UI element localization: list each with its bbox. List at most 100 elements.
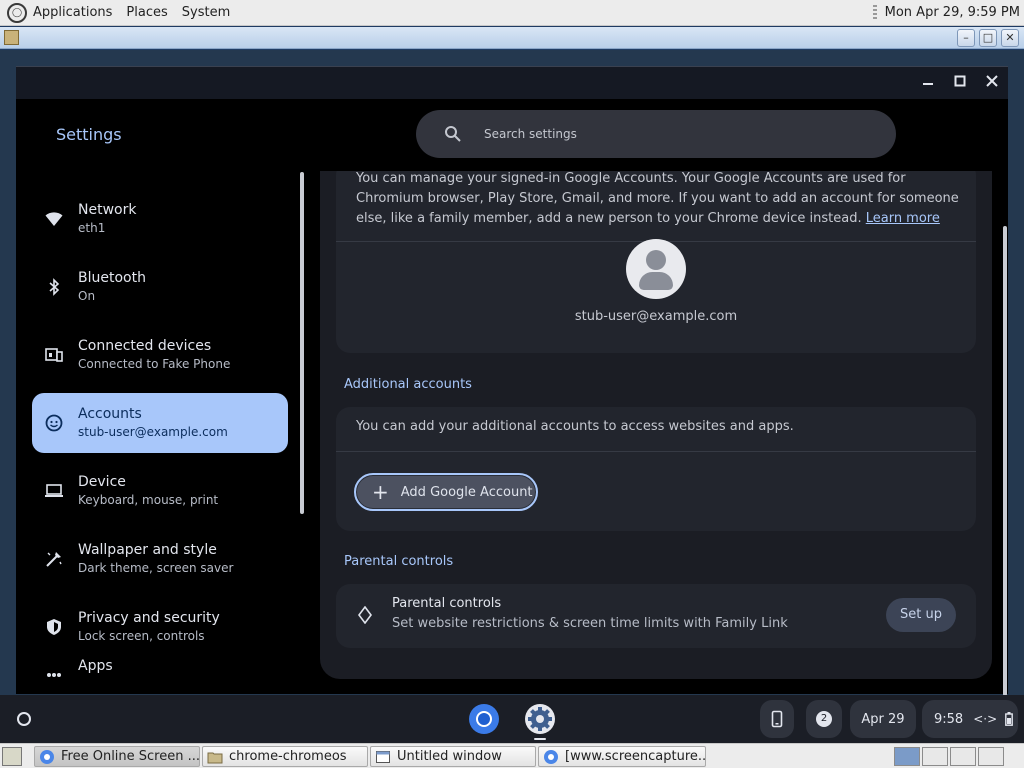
task-label: chrome-chromeos [229,749,347,764]
maximize-icon [954,75,966,87]
places-menu[interactable]: Places [126,5,167,20]
top-panel-clock[interactable]: Mon Apr 29, 9:59 PM [885,5,1020,20]
parental-controls-title: Parental controls [392,596,502,611]
sidebar-item-label: Privacy and security [78,610,220,626]
gnome-top-panel: ◯ Applications Places System Mon Apr 29,… [0,0,1024,26]
main-scrollbar[interactable] [1003,226,1007,696]
task-label: Untitled window [397,749,502,764]
avatar [626,239,686,299]
settings-window-titlebar[interactable] [16,67,1008,99]
shelf-time: 9:58 [934,711,964,727]
sidebar-item-device[interactable]: Device Keyboard, mouse, print [32,461,288,521]
sidebar-item-label: Accounts [78,406,142,422]
chromium-icon [469,704,499,734]
search-bar[interactable] [416,110,896,158]
search-icon [445,126,461,142]
additional-accounts-card: You can add your additional accounts to … [336,407,976,531]
phone-hub-button[interactable] [760,700,794,738]
calendar-date-button[interactable]: Apr 29 [850,700,916,738]
chrome-icon [40,749,54,764]
parental-controls-heading: Parental controls [344,554,454,569]
active-app-indicator [534,738,546,740]
signed-in-accounts-card: You can manage your signed-in Google Acc… [336,171,976,353]
task-screencapture[interactable]: [www.screencapture... [538,746,706,767]
sidebar-item-sublabel: Lock screen, controls [78,629,205,643]
sidebar-item-sublabel: Dark theme, screen saver [78,561,234,575]
notification-count-badge: 2 [816,711,832,727]
outer-close-button[interactable]: ✕ [1001,29,1019,47]
close-button[interactable] [982,73,1002,93]
shelf-chromium-app[interactable] [466,701,502,737]
apps-grid-icon [44,661,64,681]
task-untitled-window[interactable]: Untitled window [370,746,536,767]
sidebar-item-label: Connected devices [78,338,212,354]
outer-maximize-button[interactable]: □ [979,29,997,47]
applications-menu[interactable]: Applications [33,5,112,20]
notification-counter[interactable]: 2 [806,700,842,738]
workspace-4[interactable] [978,747,1004,766]
workspace-2[interactable] [922,747,948,766]
ethernet-icon: <·> [973,712,998,726]
learn-more-link[interactable]: Learn more [866,211,940,226]
bluetooth-icon [44,277,64,297]
card-divider [336,451,976,452]
folder-icon [207,752,223,763]
sidebar-item-wallpaper[interactable]: Wallpaper and style Dark theme, screen s… [32,529,288,589]
sidebar-item-sublabel: stub-user@example.com [78,425,228,439]
shelf-settings-app[interactable] [522,701,558,737]
sidebar-item-label: Device [78,474,126,490]
sidebar-item-label: Wallpaper and style [78,542,217,558]
system-tray-button[interactable]: 9:58 <·> [922,700,1018,738]
sidebar-item-sublabel: On [78,289,96,303]
chrome-icon [544,749,558,764]
sidebar-item-label: Apps [78,658,113,674]
palette-icon [44,549,64,569]
settings-window: Settings Network eth1 Bluetooth On [16,66,1008,694]
sidebar-item-sublabel: Connected to Fake Phone [78,357,231,371]
window-app-icon[interactable] [4,30,19,45]
sidebar-item-privacy[interactable]: Privacy and security Lock screen, contro… [32,597,288,657]
workspace-1[interactable] [894,747,920,766]
settings-title: Settings [56,125,122,144]
task-chrome-chromeos[interactable]: chrome-chromeos [202,746,368,767]
settings-sidebar: Network eth1 Bluetooth On Connected devi… [16,171,308,694]
sidebar-item-sublabel: eth1 [78,221,106,235]
sidebar-item-label: Network [78,202,137,218]
minimize-icon [923,83,933,85]
gnome-foot-logo-icon[interactable]: ◯ [7,2,27,23]
settings-gear-icon [525,704,555,734]
sidebar-item-accounts[interactable]: Accounts stub-user@example.com [32,393,288,453]
sidebar-scrollbar[interactable] [300,172,304,514]
set-up-button[interactable]: Set up [886,598,956,632]
phone-icon [771,710,783,728]
sidebar-item-network[interactable]: Network eth1 [32,189,288,249]
outer-window-titlebar[interactable]: – □ ✕ [0,27,1024,49]
accounts-main-panel: You can manage your signed-in Google Acc… [320,171,992,679]
task-label: [www.screencapture... [565,749,706,764]
outer-minimize-button[interactable]: – [957,29,975,47]
shield-icon [44,617,64,637]
gnome-bottom-panel: Free Online Screen ... chrome-chromeos U… [0,743,1024,768]
maximize-button[interactable] [950,73,970,93]
sidebar-item-connected-devices[interactable]: Connected devices Connected to Fake Phon… [32,325,288,385]
show-desktop-button[interactable] [2,747,22,766]
task-label: Free Online Screen ... [61,749,200,764]
accounts-intro-text: You can manage your signed-in Google Acc… [356,171,960,229]
additional-accounts-heading: Additional accounts [344,377,472,392]
sidebar-item-apps[interactable]: Apps [32,653,288,694]
minimize-button[interactable] [918,73,938,93]
plus-icon: + [372,480,389,504]
sidebar-item-bluetooth[interactable]: Bluetooth On [32,257,288,317]
system-menu[interactable]: System [182,5,230,20]
launcher-button[interactable] [10,705,38,733]
launcher-icon [17,712,31,726]
workspace-3[interactable] [950,747,976,766]
search-input[interactable] [484,127,844,141]
task-free-online-screen[interactable]: Free Online Screen ... [34,746,200,767]
add-google-account-button[interactable]: + Add Google Account [354,473,538,511]
sidebar-item-sublabel: Keyboard, mouse, print [78,493,219,507]
close-icon [986,75,998,87]
wifi-icon [44,209,64,229]
panel-separator-handle [872,4,877,21]
battery-icon [1005,712,1014,726]
